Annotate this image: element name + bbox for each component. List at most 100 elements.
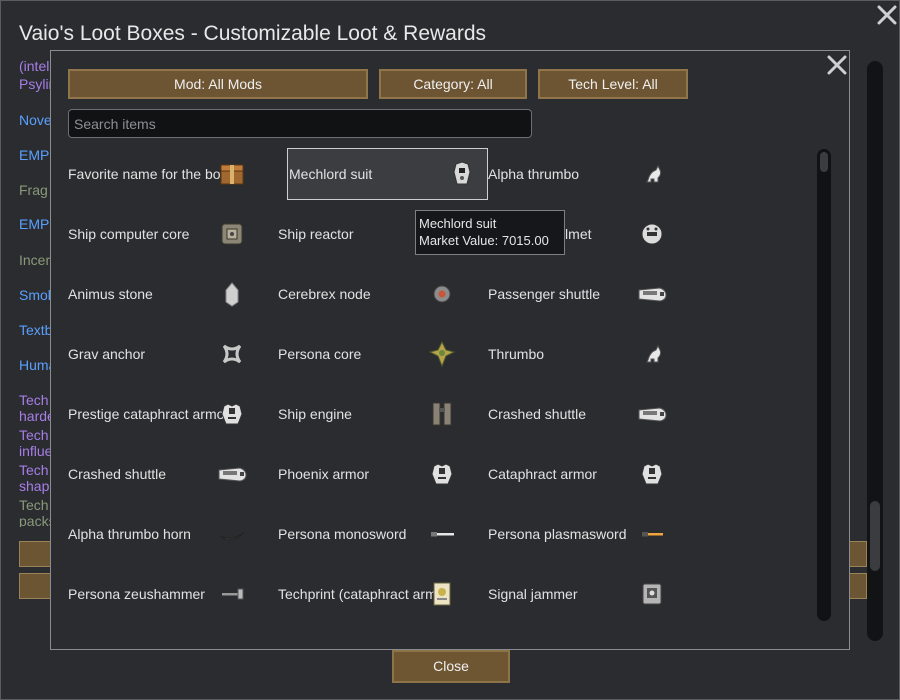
background-list-item[interactable]: harde bbox=[19, 409, 53, 423]
item-cell[interactable]: Persona plasmasword bbox=[488, 509, 698, 559]
item-cell[interactable]: Alpha thrumbo horn bbox=[68, 509, 278, 559]
item-label: Cataphract armor bbox=[488, 466, 597, 482]
background-button[interactable] bbox=[19, 541, 53, 567]
item-label: Persona core bbox=[278, 346, 362, 362]
computer-core-icon bbox=[221, 223, 243, 245]
item-cell[interactable]: Prestige cataphract armor bbox=[68, 389, 278, 439]
node-icon bbox=[433, 285, 451, 303]
armor-icon bbox=[641, 463, 663, 485]
item-label: Thrumbo bbox=[488, 346, 545, 362]
item-label: Ship engine bbox=[278, 406, 352, 422]
background-list-item[interactable]: packs bbox=[19, 514, 53, 527]
shuttle-icon bbox=[638, 407, 667, 422]
plasmasword-icon bbox=[642, 532, 663, 537]
grav-anchor-icon bbox=[222, 344, 242, 364]
thrumbo-icon bbox=[646, 164, 662, 183]
item-label: Techprint (cataphract armor) bbox=[278, 586, 446, 602]
loot-box-icon bbox=[220, 164, 244, 185]
item-cell[interactable]: Crashed shuttle bbox=[488, 389, 698, 439]
background-button[interactable] bbox=[19, 573, 53, 599]
horn-icon bbox=[219, 531, 245, 541]
item-cell[interactable]: Techprint (cataphract armor) bbox=[278, 569, 488, 619]
background-button[interactable] bbox=[849, 541, 867, 567]
item-cell[interactable]: Persona zeushammer bbox=[68, 569, 278, 619]
item-label: Favorite name for the box bbox=[68, 166, 228, 182]
item-cell[interactable]: Grav anchor bbox=[68, 329, 278, 379]
background-list-item[interactable]: Nove bbox=[19, 113, 52, 127]
item-cell[interactable]: Thrumbo bbox=[488, 329, 698, 379]
item-label: Passenger shuttle bbox=[488, 286, 601, 302]
item-cell[interactable]: Passenger shuttle bbox=[488, 269, 698, 319]
item-cell[interactable]: Phoenix armor bbox=[278, 449, 488, 499]
search-input[interactable] bbox=[68, 109, 532, 138]
background-button[interactable] bbox=[849, 573, 867, 599]
item-scrollbar-thumb[interactable] bbox=[820, 152, 828, 172]
hammer-icon bbox=[222, 588, 244, 600]
background-list-item[interactable]: influe bbox=[19, 444, 52, 458]
background-item-list: (intel Psylin Nove EMP Frag EMP Incer Smok Textb… bbox=[19, 57, 53, 527]
background-list-item[interactable]: EMP bbox=[19, 148, 49, 162]
background-list-item[interactable]: Textb bbox=[19, 323, 52, 337]
tech-level-filter-button[interactable]: Tech Level: All bbox=[538, 69, 688, 99]
background-list-item[interactable]: Psylin bbox=[19, 77, 53, 91]
item-cell[interactable]: Mechlord suit bbox=[287, 148, 488, 200]
close-icon[interactable] bbox=[825, 53, 849, 77]
background-list-item[interactable]: Tech bbox=[19, 428, 49, 442]
item-label: Crashed shuttle bbox=[488, 406, 587, 422]
item-label: Ship computer core bbox=[68, 226, 190, 242]
close-icon[interactable] bbox=[875, 3, 899, 27]
item-picker-dialog: Mod: All Mods Category: All Tech Level: … bbox=[50, 50, 850, 650]
item-label: Prestige cataphract armor bbox=[68, 406, 230, 422]
item-cell[interactable]: Animus stone bbox=[68, 269, 278, 319]
jammer-icon bbox=[642, 583, 662, 605]
armor-icon bbox=[431, 463, 453, 485]
thrumbo-icon bbox=[646, 344, 662, 363]
background-list-item[interactable]: Incer bbox=[19, 253, 50, 267]
item-scrollbar[interactable] bbox=[817, 149, 831, 621]
item-cell[interactable]: Crashed shuttle bbox=[68, 449, 278, 499]
item-cell[interactable]: Ship engine bbox=[278, 389, 488, 439]
shuttle-icon bbox=[218, 467, 247, 482]
item-tooltip: Mechlord suit Market Value: 7015.00 bbox=[415, 210, 565, 255]
item-cell[interactable]: Cataphract armor bbox=[488, 449, 698, 499]
item-label: Persona plasmasword bbox=[488, 526, 627, 542]
item-cell[interactable]: Cerebrex node bbox=[278, 269, 488, 319]
tooltip-market-value: Market Value: 7015.00 bbox=[419, 233, 549, 248]
item-label: Animus stone bbox=[68, 286, 153, 302]
background-scrollbar-thumb[interactable] bbox=[870, 501, 880, 571]
item-cell[interactable]: Signal jammer bbox=[488, 569, 698, 619]
item-cell[interactable]: Alpha thrumbo bbox=[488, 149, 698, 199]
item-cell[interactable]: Favorite name for the box bbox=[68, 149, 278, 199]
item-label: Phoenix armor bbox=[278, 466, 370, 482]
sword-icon bbox=[431, 532, 454, 537]
stone-icon bbox=[225, 282, 239, 307]
close-button[interactable]: Close bbox=[392, 650, 510, 683]
persona-core-icon bbox=[428, 340, 456, 368]
item-label: Grav anchor bbox=[68, 346, 146, 362]
background-list-item[interactable]: Frag bbox=[19, 183, 48, 197]
item-cell[interactable]: Persona core bbox=[278, 329, 488, 379]
engine-icon bbox=[432, 402, 452, 426]
item-label: Mechlord suit bbox=[289, 166, 373, 182]
shuttle-icon bbox=[638, 287, 667, 302]
background-list-item[interactable]: Tech bbox=[19, 463, 49, 477]
item-label: Persona zeushammer bbox=[68, 586, 205, 602]
item-label: Alpha thrumbo bbox=[488, 166, 580, 182]
background-list-item[interactable]: Tech bbox=[19, 498, 49, 512]
item-cell[interactable]: Persona monosword bbox=[278, 509, 488, 559]
mod-filter-button[interactable]: Mod: All Mods bbox=[68, 69, 368, 99]
item-label: Cerebrex node bbox=[278, 286, 371, 302]
background-list-item[interactable]: Smok bbox=[19, 288, 53, 302]
helmet-icon bbox=[641, 223, 663, 245]
background-list-item[interactable]: EMP bbox=[19, 217, 49, 231]
category-filter-button[interactable]: Category: All bbox=[379, 69, 527, 99]
techprint-icon bbox=[433, 582, 451, 606]
background-list-item[interactable]: Tech bbox=[19, 393, 49, 407]
background-list-item[interactable]: Huma bbox=[19, 358, 53, 372]
item-label: Signal jammer bbox=[488, 586, 578, 602]
window-title: Vaio's Loot Boxes - Customizable Loot & … bbox=[19, 22, 487, 45]
background-list-item[interactable]: shap bbox=[19, 479, 49, 493]
background-list-item[interactable]: (intel bbox=[19, 59, 49, 73]
item-cell[interactable]: Ship computer core bbox=[68, 209, 278, 259]
mechlord-suit-icon bbox=[453, 161, 471, 185]
